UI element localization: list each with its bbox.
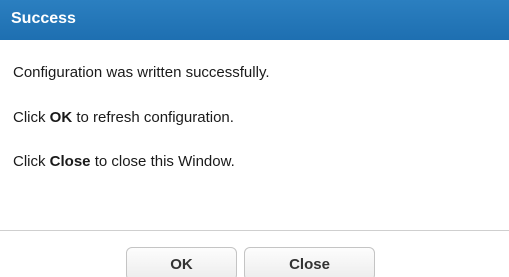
- close-instruction-prefix: Click: [13, 153, 46, 170]
- ok-instruction: Click OK to refresh configuration.: [13, 108, 234, 128]
- close-instruction-suffix: to close this Window.: [94, 153, 235, 170]
- close-button[interactable]: Close: [244, 247, 375, 277]
- success-dialog: Success Configuration was written succes…: [0, 0, 509, 277]
- dialog-titlebar: Success: [0, 0, 509, 40]
- close-instruction-key: Close: [49, 153, 91, 170]
- ok-button[interactable]: OK: [126, 247, 237, 277]
- ok-instruction-prefix: Click: [13, 109, 46, 126]
- footer-divider: [0, 230, 509, 231]
- ok-instruction-suffix: to refresh configuration.: [76, 109, 234, 126]
- ok-instruction-key: OK: [49, 109, 73, 126]
- close-instruction: Click Close to close this Window.: [13, 152, 235, 172]
- success-message: Configuration was written successfully.: [13, 64, 270, 81]
- dialog-title: Success: [11, 10, 76, 27]
